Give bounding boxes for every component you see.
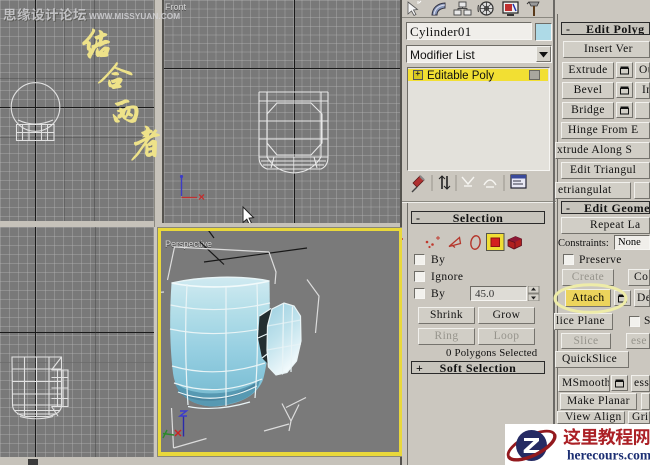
svg-text:WWW.MISSYUAN.COM: WWW.MISSYUAN.COM: [89, 12, 180, 21]
svg-text:herecours.com: herecours.com: [567, 448, 650, 463]
